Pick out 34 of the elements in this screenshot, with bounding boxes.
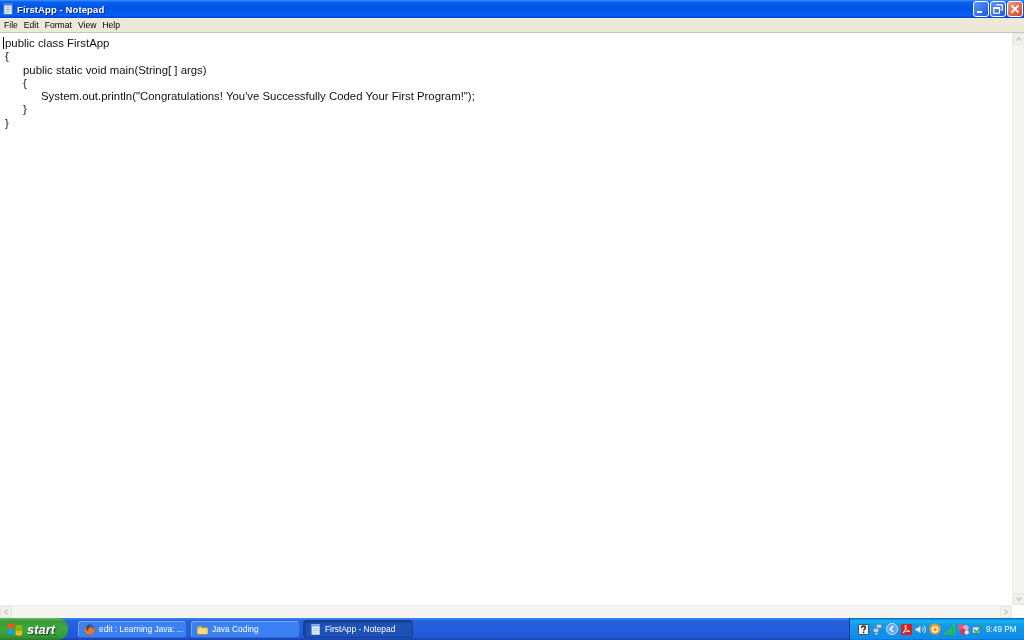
text-caret xyxy=(3,37,4,49)
close-icon xyxy=(1010,4,1020,14)
left-chevron-icon[interactable] xyxy=(886,623,898,635)
down-chevron-icon xyxy=(1016,596,1022,602)
folder-icon xyxy=(197,623,208,635)
dots-icon[interactable] xyxy=(958,623,969,635)
menu-item[interactable]: Help xyxy=(99,19,124,31)
speaker-icon[interactable] xyxy=(915,623,926,635)
up-chevron-icon xyxy=(1016,36,1022,42)
taskbar-button[interactable]: edit : Learning Java: ... xyxy=(77,620,187,638)
clock: 9:49 PM xyxy=(986,624,1017,634)
right-chevron-icon xyxy=(1003,609,1009,615)
minimize-button[interactable] xyxy=(973,1,989,17)
notepad-icon xyxy=(3,3,13,15)
left-chevron-icon xyxy=(3,609,9,615)
fox-globe-icon xyxy=(84,623,95,635)
menu-item[interactable]: View xyxy=(74,19,100,31)
notepad-icon xyxy=(310,623,321,635)
taskbar-button[interactable]: FirstApp - Notepad xyxy=(303,620,413,638)
restore-button[interactable] xyxy=(990,1,1006,17)
check-icon[interactable] xyxy=(972,623,983,635)
help-icon[interactable] xyxy=(858,623,869,635)
menu-item[interactable]: Format xyxy=(41,19,75,31)
window-title: FirstApp - Notepad xyxy=(17,3,106,15)
minimize-icon xyxy=(977,11,982,13)
editor-text: public class FirstApp { public static void main(String[ ] args) { System.out.println("Congratulations! You've Successfully Coded Your First Program!"); } } xyxy=(5,37,475,131)
menu-item[interactable]: File xyxy=(1,19,21,31)
close-button[interactable] xyxy=(1007,1,1023,17)
menu-item[interactable]: Edit xyxy=(20,19,42,31)
swirl-icon[interactable] xyxy=(901,623,912,635)
taskbar-button[interactable]: Java Coding xyxy=(190,620,300,638)
restore-icon xyxy=(993,4,1003,14)
ring-icon[interactable] xyxy=(929,623,941,635)
flag-icon xyxy=(8,622,22,636)
